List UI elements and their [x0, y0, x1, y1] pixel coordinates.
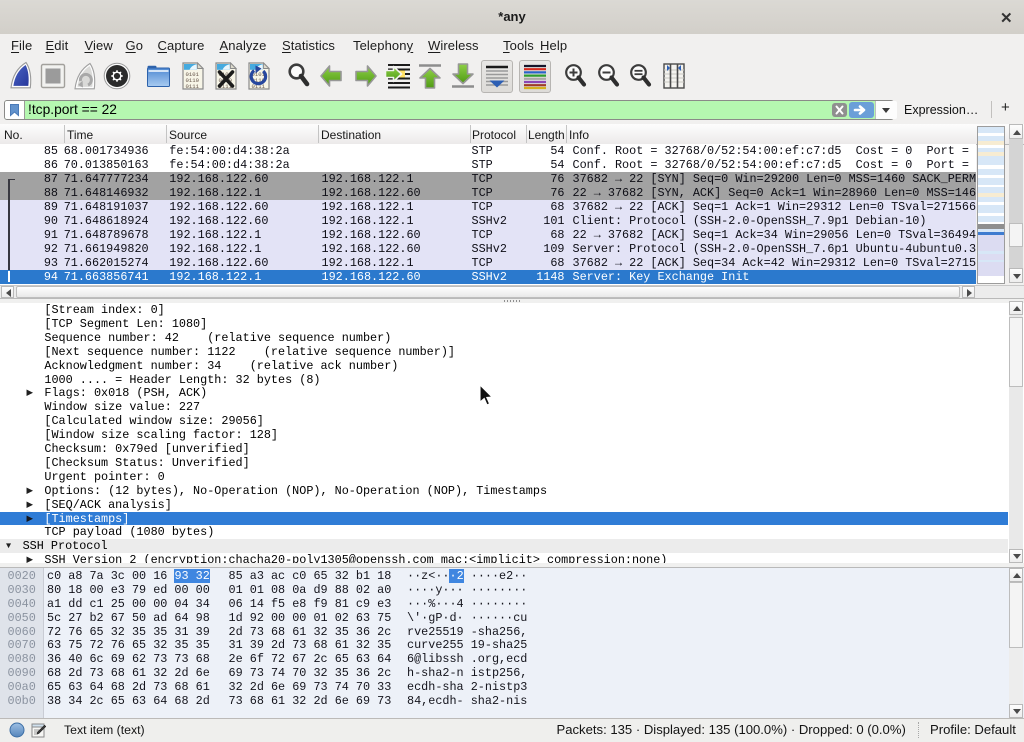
svg-text:0111: 0111 [186, 83, 200, 90]
